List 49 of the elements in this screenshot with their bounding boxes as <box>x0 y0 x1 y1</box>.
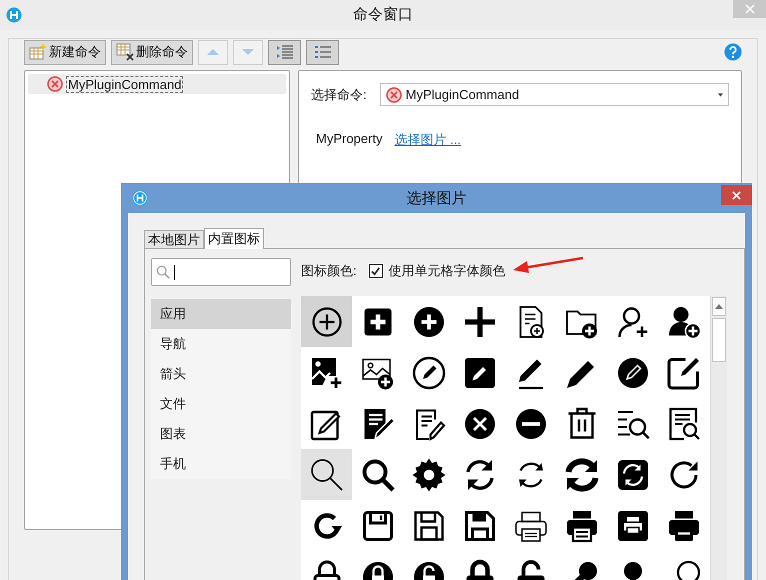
property-name: MyProperty <box>316 131 382 148</box>
dialog-title: 选择图片 <box>406 189 466 208</box>
category-item[interactable]: 图表 <box>151 419 291 449</box>
search-icon <box>360 456 396 492</box>
scrollbar-thumb[interactable] <box>712 318 726 362</box>
close-icon <box>744 4 754 14</box>
bullet-list-icon <box>314 43 332 61</box>
search-field[interactable] <box>151 258 291 286</box>
category-item[interactable]: 导航 <box>151 329 291 359</box>
select-image-link[interactable]: 选择图片 ... <box>394 131 461 149</box>
category-item[interactable]: 文件 <box>151 389 291 419</box>
new-table-icon <box>29 43 47 61</box>
window-title: 命令窗口 <box>353 5 413 24</box>
pencil-circle-icon <box>410 354 446 390</box>
tab[interactable]: 内置图标 <box>204 228 264 249</box>
tab[interactable]: 本地图片 <box>144 230 204 248</box>
select-label: 选择命令: <box>311 86 367 104</box>
icon-color-label: 图标颜色: <box>301 262 357 280</box>
delete-table-icon <box>116 43 134 61</box>
triangle-up-icon <box>206 48 220 56</box>
new-command-button[interactable]: 新建命令 <box>24 40 106 64</box>
close-button[interactable] <box>721 185 752 205</box>
category-item[interactable]: 箭头 <box>151 359 291 389</box>
scrollbar[interactable] <box>710 296 727 580</box>
outdent-button[interactable] <box>306 40 339 64</box>
annotation-arrow <box>513 256 585 274</box>
command-dropdown[interactable]: MyPluginCommand <box>380 83 729 106</box>
close-icon <box>732 190 741 200</box>
app-logo-icon <box>6 7 22 23</box>
category-item[interactable]: 应用 <box>151 299 291 329</box>
triangle-up-icon <box>715 304 724 309</box>
checkbox-label: 使用单元格字体颜色 <box>388 262 506 280</box>
indent-list-icon <box>276 43 294 61</box>
search-icon <box>156 265 170 279</box>
indent-button[interactable] <box>268 40 301 64</box>
scroll-up-button[interactable] <box>712 297 726 316</box>
error-icon <box>47 76 63 92</box>
dropdown-caret-icon <box>718 92 723 96</box>
checkbox[interactable] <box>368 264 383 278</box>
error-icon <box>386 86 402 102</box>
refresh-icon <box>564 456 600 492</box>
help-icon[interactable] <box>724 43 742 61</box>
app-logo-icon <box>132 190 148 206</box>
search-icon <box>308 456 344 492</box>
delete-command-button[interactable]: 删除命令 <box>111 40 193 64</box>
tree-item[interactable]: MyPluginCommand <box>28 74 286 94</box>
category-item[interactable]: 手机 <box>151 449 291 479</box>
triangle-down-icon <box>241 48 255 56</box>
settings-icon <box>410 456 446 492</box>
